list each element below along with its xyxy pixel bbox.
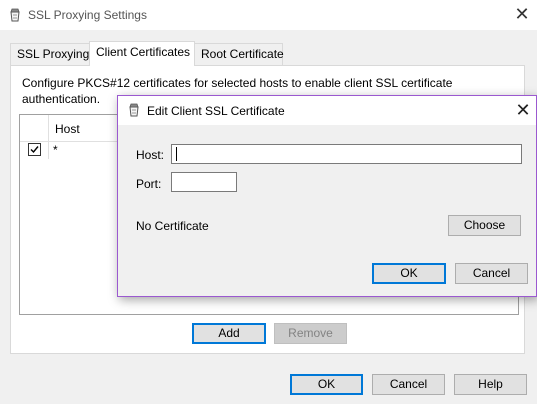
ok-button[interactable]: OK [290, 374, 363, 395]
close-window-button[interactable]: ✕ [512, 4, 532, 24]
dialog-cancel-button[interactable]: Cancel [455, 263, 528, 284]
add-button[interactable]: Add [192, 323, 266, 344]
tab-ssl-proxying[interactable]: SSL Proxying [10, 43, 90, 65]
certificate-status: No Certificate [136, 219, 209, 233]
charles-app-icon [129, 103, 139, 117]
close-dialog-button[interactable]: ✕ [513, 100, 533, 120]
tab-client-certificates[interactable]: Client Certificates [89, 41, 195, 66]
remove-button[interactable]: Remove [274, 323, 347, 344]
row-enabled-checkbox[interactable] [28, 143, 41, 156]
help-button[interactable]: Help [454, 374, 527, 395]
choose-certificate-button[interactable]: Choose [448, 215, 521, 236]
host-label: Host: [136, 148, 165, 162]
charles-app-icon [10, 8, 20, 22]
dialog-title: Edit Client SSL Certificate [147, 104, 285, 118]
text-caret [176, 147, 177, 161]
column-header-host[interactable]: Host [55, 122, 80, 136]
host-input[interactable] [171, 144, 522, 164]
table-cell-host: * [53, 143, 58, 157]
column-divider [48, 115, 49, 159]
port-input[interactable] [171, 172, 237, 192]
window-title: SSL Proxying Settings [28, 8, 147, 22]
port-label: Port: [136, 177, 162, 191]
header-divider [20, 141, 120, 142]
tab-root-certificate[interactable]: Root Certificate [194, 43, 284, 65]
cancel-button[interactable]: Cancel [372, 374, 445, 395]
dialog-ok-button[interactable]: OK [372, 263, 446, 284]
